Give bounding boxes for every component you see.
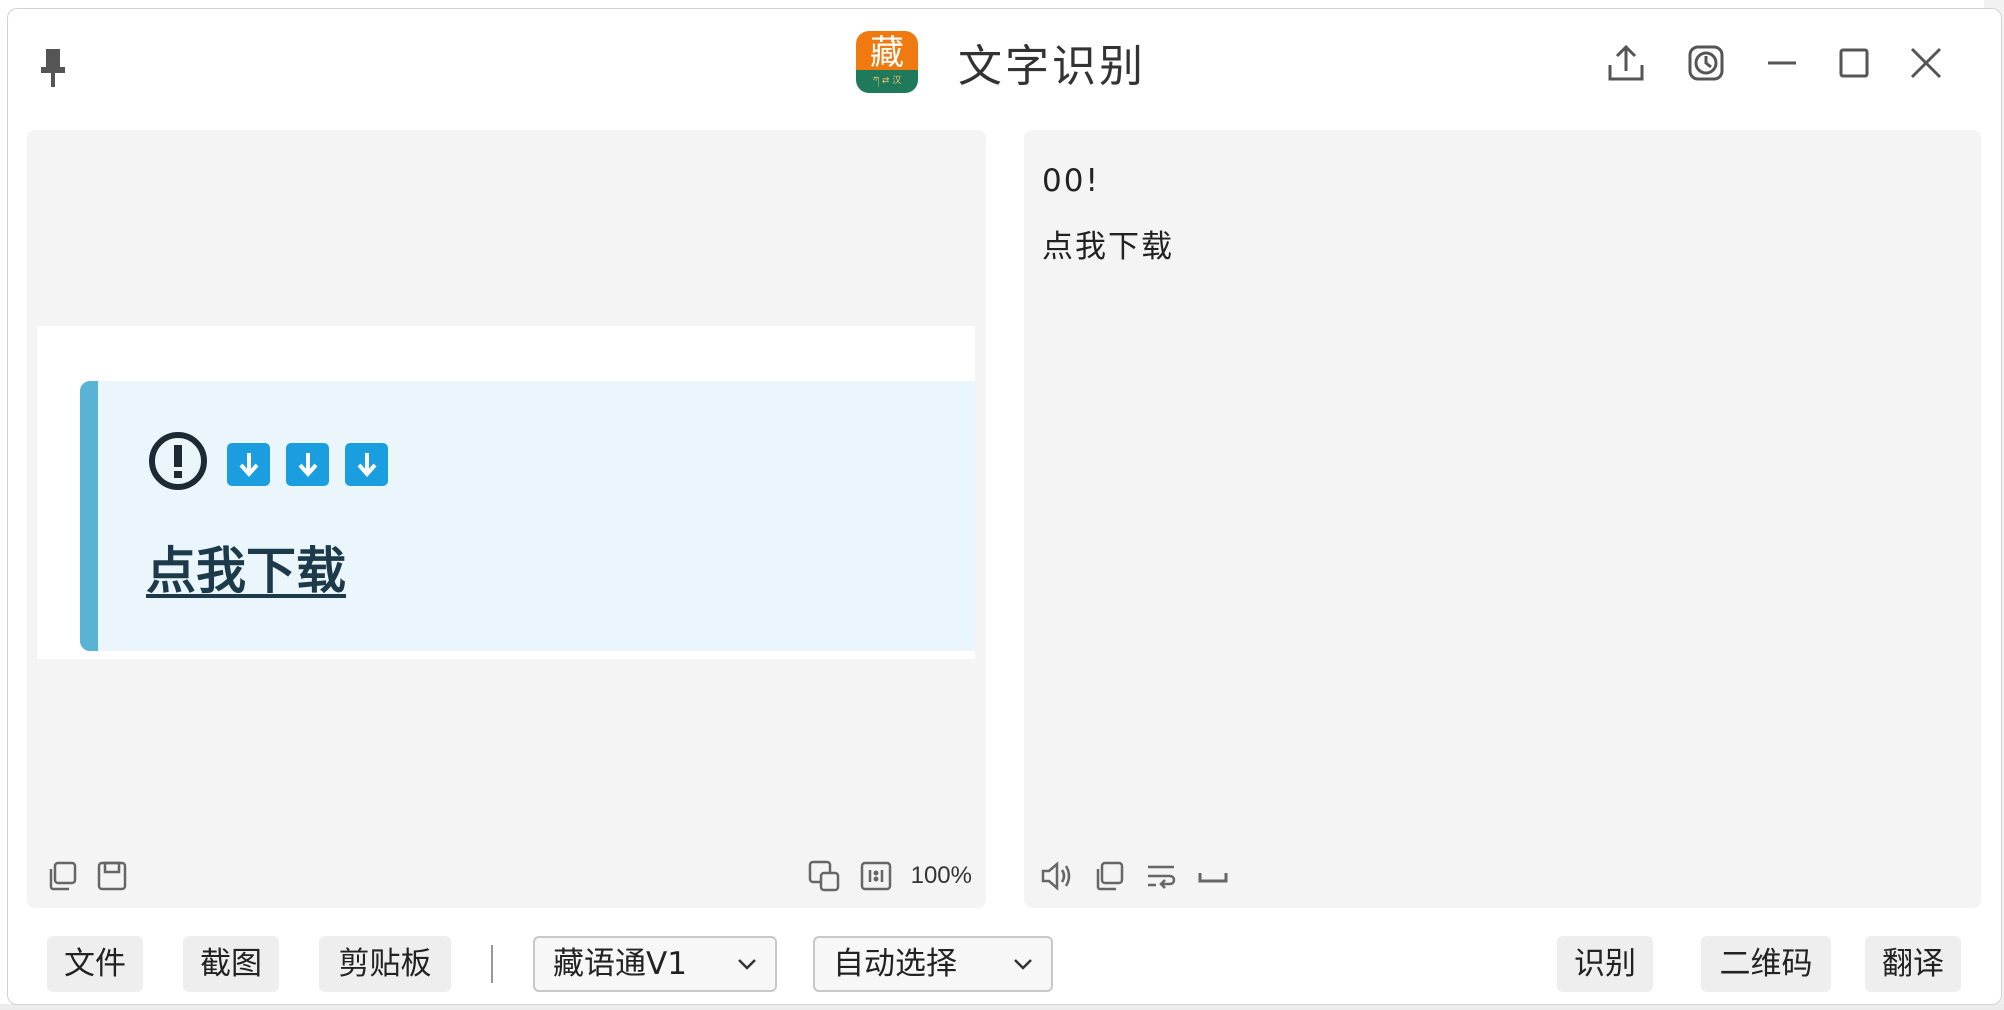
- text-tools: [1038, 858, 1232, 894]
- download-arrow-icon: [286, 443, 329, 486]
- save-image-icon[interactable]: [93, 858, 131, 894]
- close-icon[interactable]: [1902, 39, 1950, 87]
- toolbar-separator: [491, 945, 493, 983]
- engine-select-value: 藏语通V1: [553, 946, 687, 982]
- app-logo-glyph: 藏: [870, 33, 904, 73]
- qrcode-button[interactable]: 二维码: [1701, 936, 1831, 992]
- clipboard-button[interactable]: 剪贴板: [319, 936, 451, 992]
- copy-image-icon[interactable]: [43, 858, 81, 894]
- download-link-text: 点我下载: [146, 542, 346, 600]
- image-preview-panel: 点我下载 100%: [27, 130, 986, 908]
- ocr-window: 藏 ཀ ⇄ 汉 文字识别 点我下载 100% 00! 点我下载 文件 截图 剪贴…: [7, 8, 2002, 1005]
- minimize-icon[interactable]: [1758, 39, 1806, 87]
- image-tools-right: 100%: [805, 858, 972, 894]
- result-text-panel[interactable]: 00! 点我下载: [1024, 130, 1981, 908]
- app-logo-subtitle: ཀ ⇄ 汉: [872, 76, 902, 86]
- chevron-down-icon: [738, 959, 756, 970]
- translate-button[interactable]: 翻译: [1865, 936, 1961, 992]
- title-bar: 藏 ཀ ⇄ 汉 文字识别: [8, 9, 2001, 121]
- download-arrow-icon: [227, 443, 270, 486]
- chevron-down-icon: [1014, 959, 1032, 970]
- window-title: 文字识别: [958, 41, 1146, 92]
- zoom-level: 100%: [910, 862, 972, 889]
- bottom-toolbar: 文件 截图 剪贴板 藏语通V1 自动选择 识别 二维码 翻译: [8, 921, 2001, 993]
- share-upload-icon[interactable]: [1602, 39, 1650, 87]
- file-button[interactable]: 文件: [47, 936, 143, 992]
- history-clock-icon[interactable]: [1682, 39, 1730, 87]
- text-wrap-icon[interactable]: [1142, 858, 1180, 894]
- recognize-button[interactable]: 识别: [1557, 936, 1653, 992]
- space-icon[interactable]: [1194, 858, 1232, 894]
- language-select[interactable]: 自动选择: [813, 936, 1053, 992]
- result-line: 点我下载: [1042, 229, 1174, 265]
- pin-icon[interactable]: [36, 43, 72, 93]
- image-tools-left: [43, 858, 131, 894]
- maximize-icon[interactable]: [1830, 39, 1878, 87]
- captured-image: 点我下载: [37, 326, 975, 659]
- overlay-toggle-icon[interactable]: [805, 858, 843, 894]
- screenshot-button[interactable]: 截图: [183, 936, 279, 992]
- recognized-text[interactable]: 00! 点我下载: [1042, 148, 1963, 280]
- result-line: 00!: [1042, 163, 1100, 199]
- download-arrow-icon: [345, 443, 388, 486]
- speaker-icon[interactable]: [1038, 858, 1076, 894]
- warning-icon: [148, 431, 208, 491]
- actual-size-icon[interactable]: [857, 858, 895, 894]
- copy-text-icon[interactable]: [1090, 858, 1128, 894]
- app-logo: 藏 ཀ ⇄ 汉: [856, 31, 918, 93]
- engine-select[interactable]: 藏语通V1: [533, 936, 777, 992]
- notice-box: 点我下载: [80, 381, 975, 651]
- language-select-value: 自动选择: [833, 946, 957, 982]
